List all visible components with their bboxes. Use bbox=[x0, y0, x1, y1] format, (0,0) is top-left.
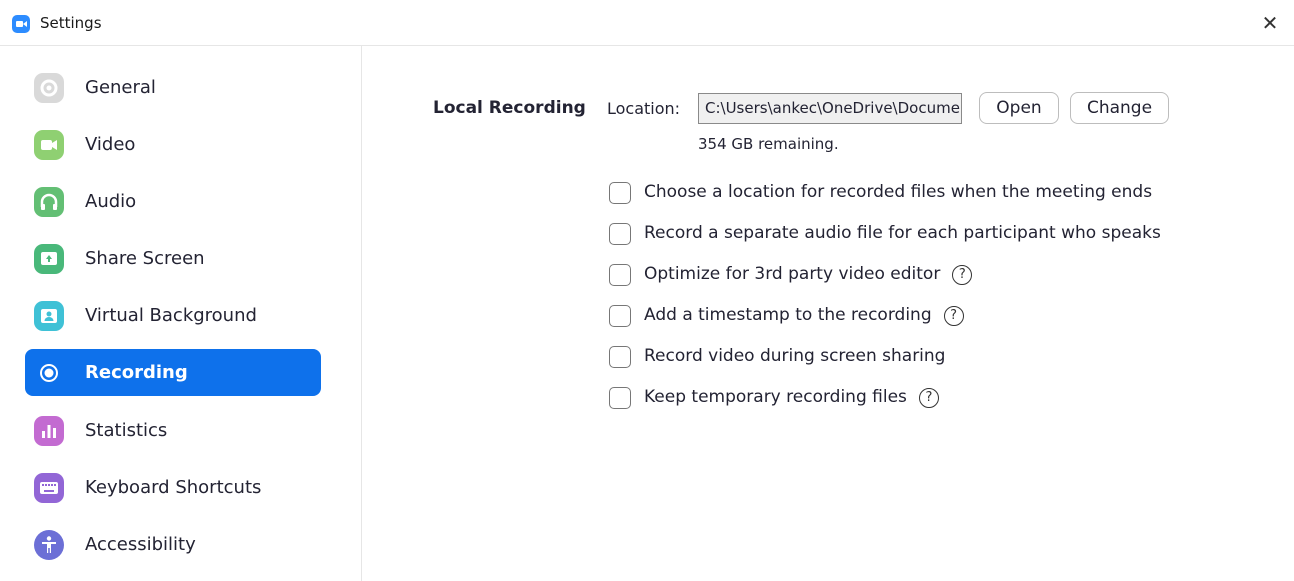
sidebar-item-virtual-background[interactable]: Virtual Background bbox=[25, 292, 321, 339]
sidebar-item-audio[interactable]: Audio bbox=[25, 178, 321, 225]
help-icon[interactable]: ? bbox=[918, 388, 939, 408]
help-icon[interactable]: ? bbox=[952, 265, 973, 285]
share-screen-icon bbox=[34, 244, 64, 274]
sidebar-item-accessibility[interactable]: Accessibility bbox=[25, 521, 321, 568]
option-label: Add a timestamp to the recording? bbox=[644, 305, 964, 326]
headphones-icon bbox=[34, 187, 64, 217]
storage-remaining-text: 354 GB remaining. bbox=[698, 135, 839, 153]
sidebar-item-label: Keyboard Shortcuts bbox=[85, 477, 262, 498]
section-title: Local Recording bbox=[433, 98, 586, 118]
sidebar-item-share-screen[interactable]: Share Screen bbox=[25, 235, 321, 282]
sidebar-item-statistics[interactable]: Statistics bbox=[25, 407, 321, 454]
option-label-text: Add a timestamp to the recording bbox=[644, 305, 932, 325]
record-icon bbox=[34, 358, 64, 388]
video-camera-icon bbox=[34, 130, 64, 160]
sidebar-item-label: General bbox=[85, 77, 156, 98]
optimize-editor-checkbox[interactable] bbox=[609, 264, 631, 286]
open-button[interactable]: Open bbox=[979, 92, 1059, 124]
sidebar-item-label: Audio bbox=[85, 191, 137, 212]
location-label: Location: bbox=[607, 99, 681, 118]
sidebar-item-label: Share Screen bbox=[85, 248, 205, 269]
sidebar-item-recording[interactable]: Recording bbox=[25, 349, 321, 396]
zoom-app-icon bbox=[12, 15, 30, 33]
option-label-text: Keep temporary recording files bbox=[644, 387, 907, 407]
window-title: Settings bbox=[40, 14, 102, 32]
sidebar-item-label: Video bbox=[85, 134, 136, 155]
option-label: Choose a location for recorded files whe… bbox=[644, 182, 1153, 202]
option-label: Optimize for 3rd party video editor? bbox=[644, 264, 973, 285]
choose-location-checkbox[interactable] bbox=[609, 182, 631, 204]
sidebar-item-label: Accessibility bbox=[85, 534, 196, 555]
option-label: Record a separate audio file for each pa… bbox=[644, 223, 1161, 243]
keyboard-icon bbox=[34, 473, 64, 503]
separate-audio-checkbox[interactable] bbox=[609, 223, 631, 245]
person-portrait-icon bbox=[34, 301, 64, 331]
timestamp-checkbox[interactable] bbox=[609, 305, 631, 327]
sidebar-item-video[interactable]: Video bbox=[25, 121, 321, 168]
accessibility-person-icon bbox=[34, 530, 64, 560]
settings-sidebar: General Video Audio Share Screen Virtual bbox=[0, 46, 362, 581]
location-path-field[interactable]: C:\Users\ankec\OneDrive\Documents\Zoom bbox=[698, 93, 962, 124]
gear-icon bbox=[34, 73, 64, 103]
sidebar-item-label: Statistics bbox=[85, 420, 168, 441]
option-label: Record video during screen sharing bbox=[644, 346, 946, 366]
sidebar-item-keyboard-shortcuts[interactable]: Keyboard Shortcuts bbox=[25, 464, 321, 511]
keep-temp-files-checkbox[interactable] bbox=[609, 387, 631, 409]
sidebar-item-general[interactable]: General bbox=[25, 64, 321, 111]
sidebar-item-label: Virtual Background bbox=[85, 305, 257, 326]
help-icon[interactable]: ? bbox=[943, 306, 964, 326]
settings-window: Settings ✕ General Video Audio Share Scr… bbox=[0, 0, 1294, 581]
option-label: Keep temporary recording files? bbox=[644, 387, 939, 408]
change-button[interactable]: Change bbox=[1070, 92, 1169, 124]
option-label-text: Optimize for 3rd party video editor bbox=[644, 264, 941, 284]
close-button[interactable]: ✕ bbox=[1256, 10, 1284, 38]
record-screen-sharing-checkbox[interactable] bbox=[609, 346, 631, 368]
bar-chart-icon bbox=[34, 416, 64, 446]
title-bar: Settings ✕ bbox=[0, 0, 1294, 46]
recording-settings-panel: Local Recording Location: C:\Users\ankec… bbox=[363, 46, 1294, 581]
sidebar-item-label: Recording bbox=[85, 362, 188, 383]
